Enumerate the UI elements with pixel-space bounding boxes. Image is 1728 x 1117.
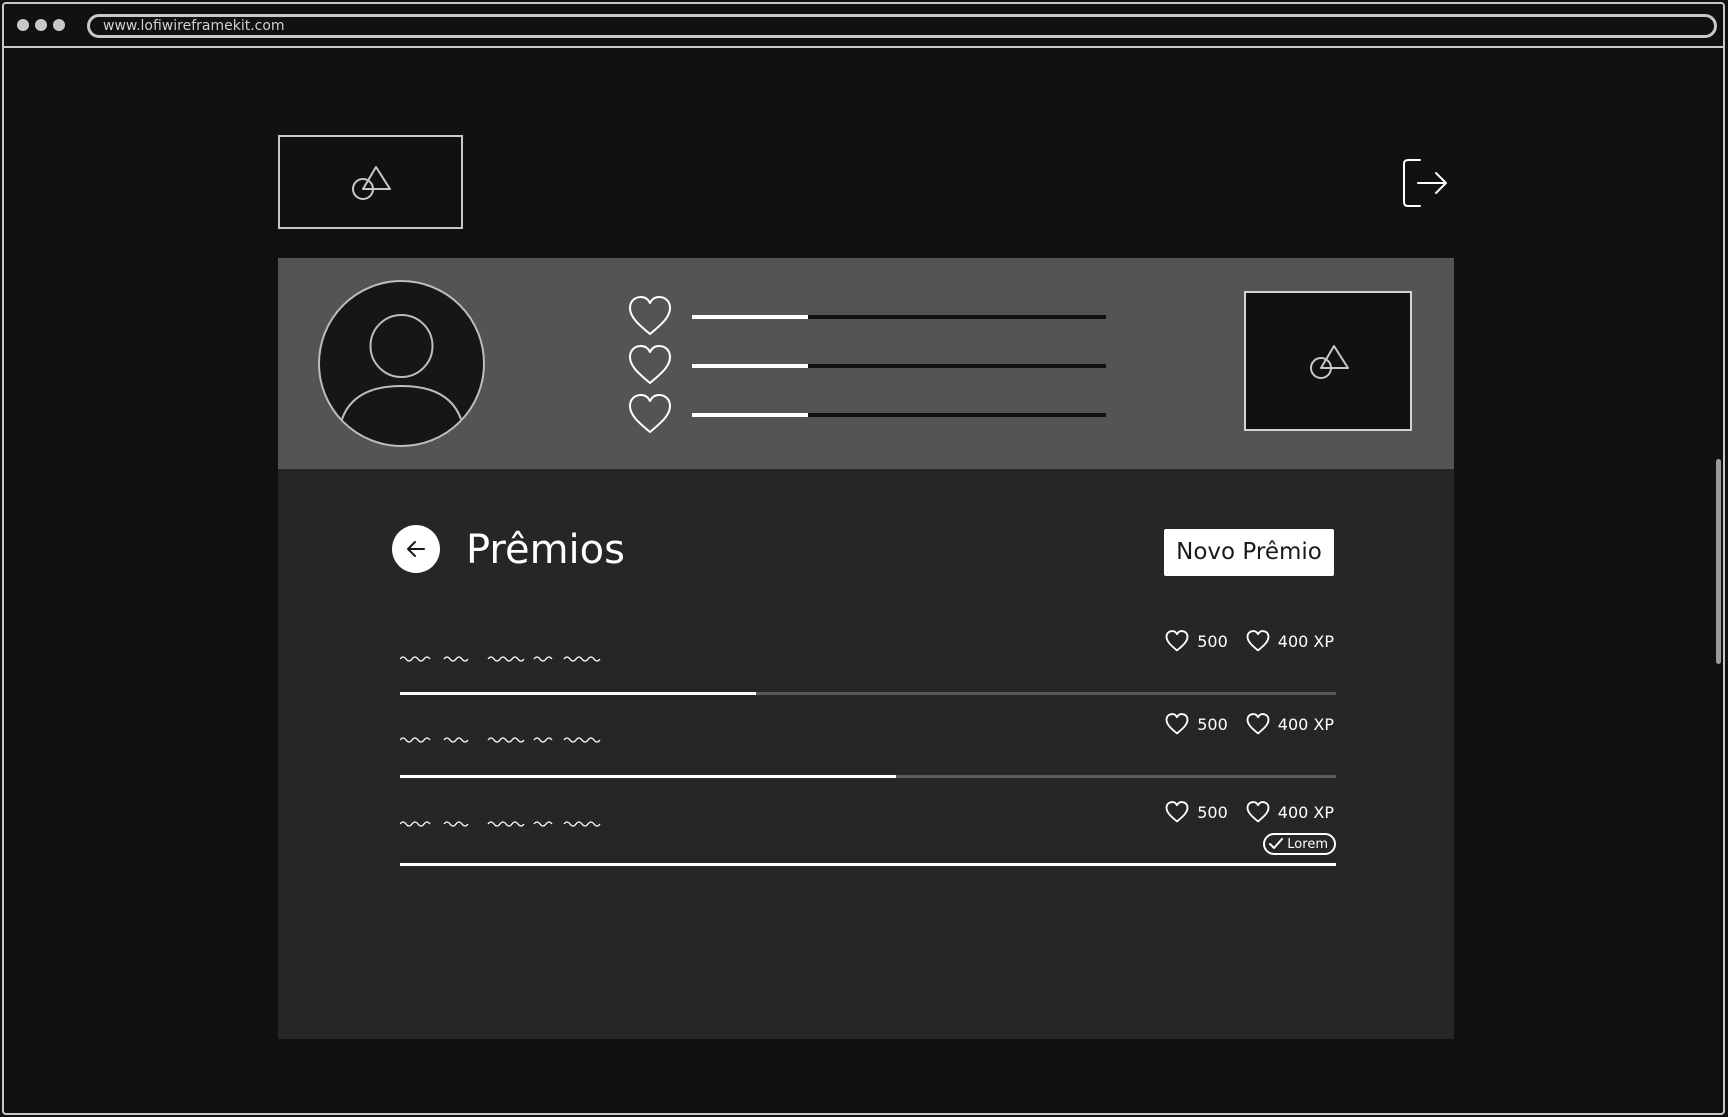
user-avatar-icon bbox=[337, 314, 466, 445]
heart-icon bbox=[1246, 713, 1270, 735]
text-placeholder bbox=[400, 656, 601, 662]
rewards-panel: Prêmios Novo Prêmio 500 400 XP 500 400 X… bbox=[278, 469, 1454, 1039]
reward-hearts: 500 bbox=[1165, 713, 1228, 735]
stat-row bbox=[628, 295, 1108, 339]
reward-progress-fill bbox=[400, 692, 756, 695]
back-button[interactable] bbox=[392, 525, 440, 573]
address-bar[interactable]: www.lofiwireframekit.com bbox=[87, 14, 1717, 38]
reward-xp: 400 XP bbox=[1246, 713, 1334, 735]
heart-icon bbox=[629, 394, 671, 433]
reward-xp: 400 XP bbox=[1246, 630, 1334, 652]
reward-meta: 500 400 XP bbox=[1147, 629, 1334, 653]
text-placeholder bbox=[400, 821, 601, 827]
reward-hearts-value: 500 bbox=[1197, 802, 1228, 822]
reward-xp: 400 XP bbox=[1246, 801, 1334, 823]
stat-progress-fill bbox=[692, 413, 808, 417]
logout-button[interactable] bbox=[1402, 158, 1450, 212]
address-bar-url: www.lofiwireframekit.com bbox=[103, 18, 285, 34]
media-placeholder[interactable] bbox=[1244, 291, 1412, 431]
window-minimize-dot[interactable] bbox=[35, 19, 47, 31]
window-maximize-dot[interactable] bbox=[53, 19, 65, 31]
new-reward-button[interactable]: Novo Prêmio bbox=[1164, 529, 1334, 576]
reward-xp-value: 400 XP bbox=[1277, 802, 1334, 822]
reward-hearts: 500 bbox=[1165, 630, 1228, 652]
stat-row bbox=[628, 344, 1108, 388]
check-icon bbox=[1269, 838, 1284, 849]
browser-window: www.lofiwireframekit.com Prêmios Novo Pr… bbox=[2, 2, 1725, 1115]
profile-header bbox=[278, 258, 1454, 469]
window-close-dot[interactable] bbox=[17, 19, 29, 31]
stat-progress-track bbox=[692, 364, 1106, 368]
reward-hearts: 500 bbox=[1165, 801, 1228, 823]
reward-xp-value: 400 XP bbox=[1277, 631, 1334, 651]
heart-icon bbox=[629, 345, 671, 384]
reward-item[interactable]: 500 400 XP bbox=[400, 629, 1336, 699]
logout-icon bbox=[1403, 159, 1447, 207]
image-placeholder-icon bbox=[352, 166, 391, 200]
reward-progress-track bbox=[400, 692, 1336, 695]
browser-chrome: www.lofiwireframekit.com bbox=[4, 4, 1723, 48]
reward-meta: 500 400 XP bbox=[1147, 712, 1334, 736]
heart-icon bbox=[1246, 630, 1270, 652]
reward-progress-track bbox=[400, 775, 1336, 778]
heart-icon bbox=[1246, 801, 1270, 823]
stat-row bbox=[628, 393, 1108, 437]
scrollbar-thumb[interactable] bbox=[1716, 459, 1721, 664]
reward-hearts-value: 500 bbox=[1197, 714, 1228, 734]
reward-xp-value: 400 XP bbox=[1277, 714, 1334, 734]
stat-progress-fill bbox=[692, 364, 808, 368]
arrow-left-icon bbox=[407, 541, 425, 557]
reward-progress-track bbox=[400, 863, 1336, 866]
status-badge: Lorem bbox=[1263, 833, 1336, 855]
stat-progress-track bbox=[692, 315, 1106, 319]
heart-icon bbox=[1165, 713, 1189, 735]
heart-icon bbox=[1165, 630, 1189, 652]
avatar[interactable] bbox=[318, 280, 485, 447]
logo-placeholder[interactable] bbox=[278, 135, 463, 229]
reward-item[interactable]: 500 400 XP bbox=[400, 712, 1336, 782]
page-title: Prêmios bbox=[466, 527, 625, 573]
stat-progress-fill bbox=[692, 315, 808, 319]
reward-progress-fill bbox=[400, 863, 1336, 866]
text-placeholder bbox=[400, 737, 601, 743]
reward-meta: 500 400 XP bbox=[1147, 800, 1334, 824]
reward-hearts-value: 500 bbox=[1197, 631, 1228, 651]
image-placeholder-icon bbox=[1310, 345, 1349, 379]
reward-progress-fill bbox=[400, 775, 897, 778]
status-badge-label: Lorem bbox=[1287, 836, 1328, 852]
stat-progress-track bbox=[692, 413, 1106, 417]
heart-icon bbox=[629, 296, 671, 335]
reward-item[interactable]: 500 400 XP Lorem bbox=[400, 800, 1336, 872]
heart-icon bbox=[1165, 801, 1189, 823]
